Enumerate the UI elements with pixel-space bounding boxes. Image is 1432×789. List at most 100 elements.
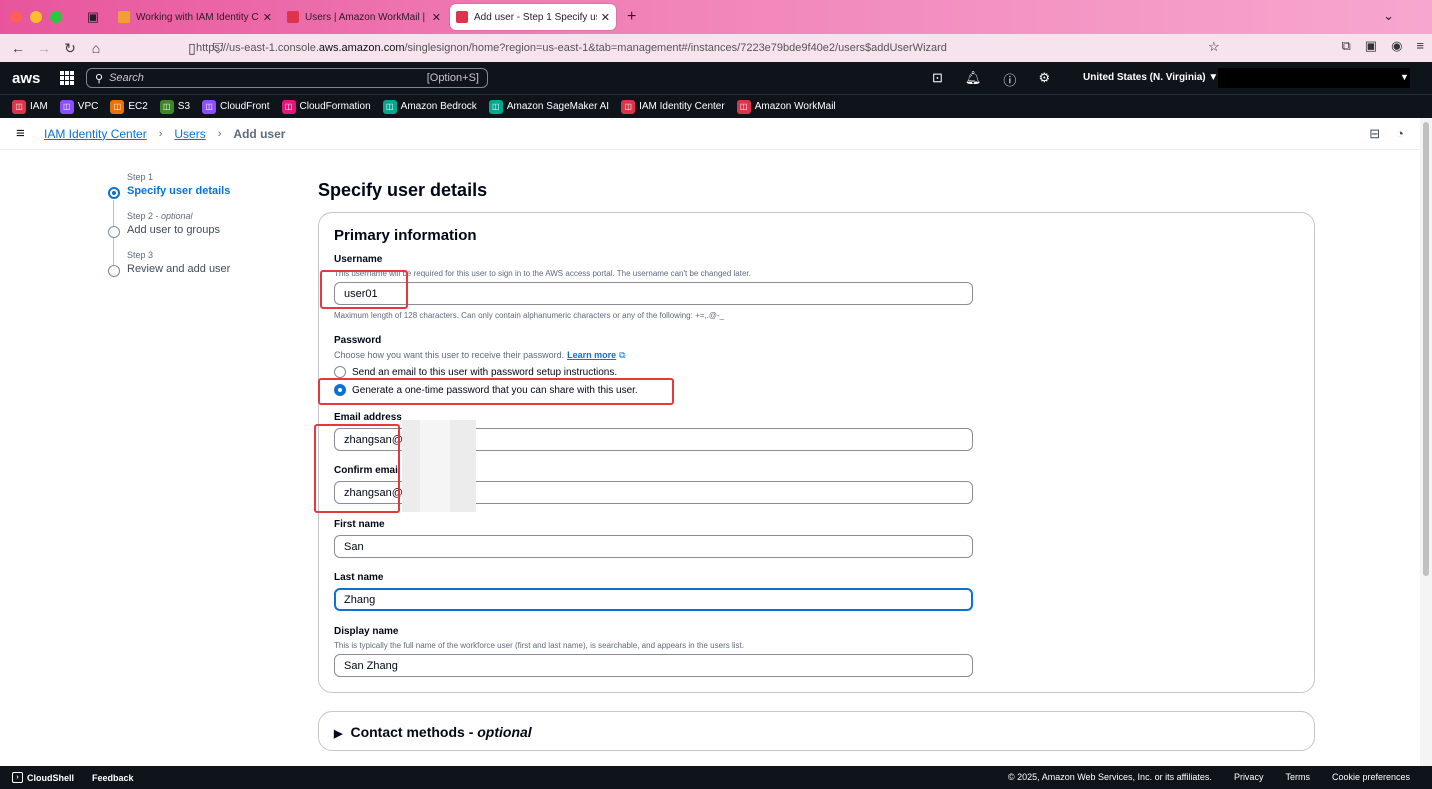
step-1[interactable]: Step 1 Specify user details [106, 172, 306, 199]
region-selector[interactable]: United States (N. Virginia) ▼ [1083, 72, 1218, 83]
password-description: Choose how you want this user to receive… [334, 350, 626, 361]
cookie-preferences-link[interactable]: Cookie preferences [1332, 772, 1410, 782]
password-label: Password [334, 335, 382, 346]
first-name-input[interactable]: San [334, 535, 973, 558]
bell-icon[interactable]: 🔔︎ [965, 70, 982, 89]
step-number: Step 1 [127, 172, 154, 182]
scrollbar-thumb[interactable] [1423, 122, 1429, 576]
search-placeholder: Search [109, 72, 144, 84]
close-tab-icon[interactable]: ✕ [432, 11, 441, 24]
username-input[interactable]: user01 [334, 282, 973, 305]
page-title: Specify user details [318, 180, 488, 200]
privacy-link[interactable]: Privacy [1234, 772, 1264, 782]
annotation-box-otp [318, 378, 674, 405]
help-icon[interactable]: ⓘ [1003, 70, 1016, 89]
step-3[interactable]: Step 3 Review and add user [106, 250, 306, 277]
username-label: Username [334, 254, 383, 265]
favorite-ec2[interactable]: ◫ EC2 [110, 99, 148, 114]
url-bar[interactable]: https://us-east-1.console. aws.amazon.com… [196, 37, 1226, 59]
step-name: Specify user details [127, 185, 231, 197]
browser-tab-bar: ▣ Working with IAM Identity Cente ✕ User… [0, 0, 1432, 34]
menu-icon[interactable]: ≡ [1416, 38, 1424, 54]
forward-icon[interactable]: → [31, 40, 57, 56]
aws-search-input[interactable]: ⚲ Search [Option+S] [86, 68, 488, 88]
close-window-button[interactable] [10, 11, 22, 23]
tab-title: Add user - Step 1 Specify user d [474, 11, 597, 23]
favorite-cloudformation[interactable]: ◫ CloudFormation [281, 99, 371, 114]
password-option-email[interactable]: Send an email to this user with password… [334, 366, 617, 378]
split-panel-icon[interactable]: ⊟ [1369, 126, 1380, 142]
browser-tab-2[interactable]: Users | Amazon WorkMail | us-e ✕ [281, 4, 447, 30]
browser-tab-3-active[interactable]: Add user - Step 1 Specify user d ✕ [450, 4, 616, 30]
favorite-workmail[interactable]: ◫ Amazon WorkMail [736, 99, 836, 114]
cloudshell-label: CloudShell [27, 772, 74, 783]
home-icon[interactable]: ⌂ [83, 40, 109, 56]
favorite-label: IAM Identity Center [639, 101, 725, 112]
iam-icon: ◫ [12, 99, 26, 114]
reload-icon[interactable]: ↻ [57, 40, 83, 57]
s3-icon: ◫ [159, 99, 174, 114]
breadcrumb-iam-identity-center[interactable]: IAM Identity Center [44, 127, 147, 141]
favorite-bedrock[interactable]: ◫ Amazon Bedrock [382, 99, 477, 114]
feedback-link[interactable]: Feedback [92, 773, 134, 783]
account-icon[interactable]: ◉ [1391, 38, 1402, 54]
back-icon[interactable]: ← [5, 40, 31, 56]
minimize-window-button[interactable] [30, 11, 42, 23]
window-controls [0, 11, 80, 23]
tab-list-chevron-icon[interactable]: ⌄ [1383, 8, 1394, 24]
tab-favicon-icon [118, 11, 130, 23]
tab-favicon-icon [456, 11, 468, 23]
maximize-window-button[interactable] [50, 11, 62, 23]
wizard-steps: Step 1 Specify user details Step 2 - opt… [106, 172, 306, 289]
favorite-iam[interactable]: ◫ IAM [12, 99, 48, 114]
chevron-right-icon: › [217, 127, 222, 140]
terms-link[interactable]: Terms [1285, 772, 1310, 782]
tab-overview-icon[interactable]: ▣ [80, 7, 106, 27]
gear-icon[interactable]: ⚙ [1038, 70, 1050, 89]
step-name: Add user to groups [127, 224, 220, 236]
account-menu-redacted[interactable] [1218, 68, 1410, 88]
favorite-cloudfront[interactable]: ◫ CloudFront [202, 99, 270, 114]
favorite-sagemaker[interactable]: ◫ Amazon SageMaker AI [488, 99, 609, 114]
header-icons: ⊡ 🔔︎ ⓘ ⚙ [932, 70, 1050, 89]
info-panel-icon[interactable]: ◔ [1396, 126, 1404, 142]
favorite-label: Amazon Bedrock [400, 101, 477, 112]
container-icon[interactable]: ▣ [1365, 38, 1377, 54]
learn-more-link[interactable]: Learn more [567, 350, 616, 360]
services-grid-icon[interactable] [60, 71, 74, 85]
breadcrumb-users[interactable]: Users [174, 127, 205, 141]
step-2[interactable]: Step 2 - optional Add user to groups [106, 211, 306, 238]
display-name-input[interactable]: San Zhang [334, 654, 973, 677]
annotation-box-username [320, 270, 408, 309]
browser-toolbar-right: ⧉ ▣ ◉ ≡ [1341, 38, 1424, 54]
radio-label: Send an email to this user with password… [352, 366, 618, 378]
favorite-label: Amazon WorkMail [754, 101, 836, 112]
tab-title: Working with IAM Identity Cente [136, 11, 259, 23]
last-name-input[interactable]: Zhang [334, 588, 973, 611]
account-caret-icon[interactable]: ▼ [1400, 72, 1409, 82]
bookmark-star-icon[interactable]: ☆ [1208, 39, 1220, 55]
search-icon: ⚲ [95, 72, 104, 85]
url-domain: aws.amazon.com [318, 42, 405, 54]
aws-logo[interactable]: aws [12, 70, 42, 87]
favorite-s3[interactable]: ◫ S3 [159, 99, 190, 114]
favorite-label: CloudFormation [299, 101, 371, 112]
last-name-label: Last name [334, 572, 384, 583]
ec2-icon: ◫ [110, 99, 125, 114]
new-tab-icon[interactable]: + [619, 8, 644, 26]
hamburger-menu-icon[interactable]: ≡ [16, 125, 30, 142]
step-dot-icon [108, 265, 120, 277]
close-tab-icon[interactable]: ✕ [601, 11, 610, 24]
cloudshell-button[interactable]: › CloudShell [12, 772, 74, 783]
favorite-vpc[interactable]: ◫ VPC [59, 99, 98, 114]
contact-methods-header[interactable]: ▶ Contact methods - optional [334, 724, 532, 740]
close-tab-icon[interactable]: ✕ [263, 11, 272, 24]
browser-tab-1[interactable]: Working with IAM Identity Cente ✕ [112, 4, 278, 30]
cloudshell-icon[interactable]: ⊡ [932, 70, 943, 89]
favorite-iam-identity-center[interactable]: ◫ IAM Identity Center [621, 99, 725, 114]
console-footer: › CloudShell Feedback © 2025, Amazon Web … [0, 766, 1432, 789]
copyright-text: © 2025, Amazon Web Services, Inc. or its… [1008, 772, 1212, 782]
url-prefix: https://us-east-1.console. [196, 42, 319, 54]
radio-unchecked[interactable] [334, 366, 346, 378]
extensions-icon[interactable]: ⧉ [1341, 38, 1350, 54]
